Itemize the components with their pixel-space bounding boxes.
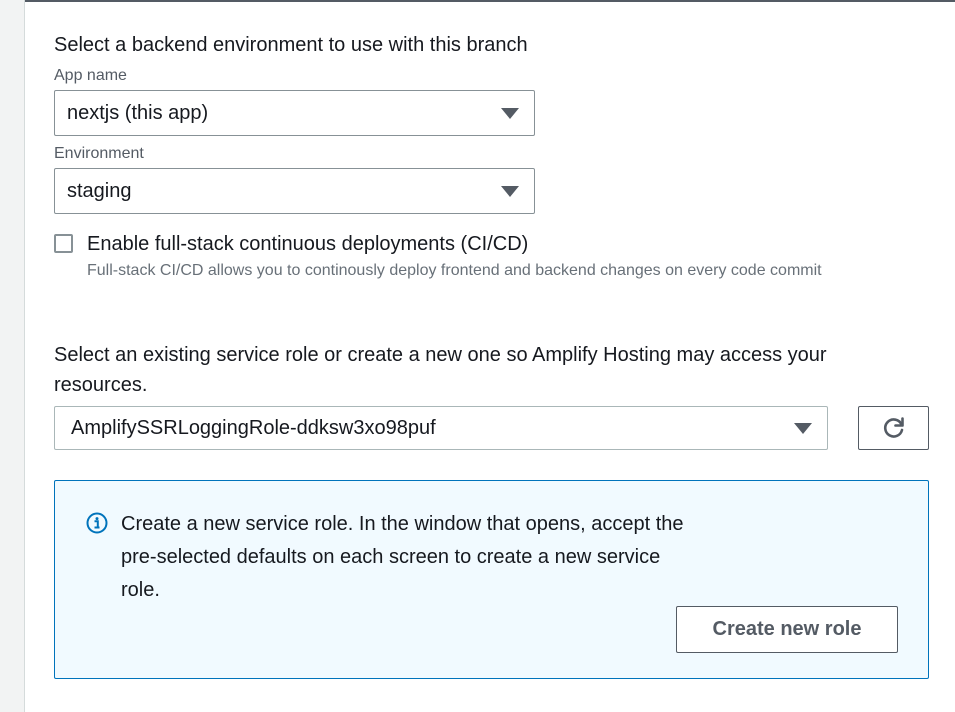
caret-down-icon xyxy=(501,108,519,119)
caret-down-icon xyxy=(794,423,812,434)
top-divider xyxy=(25,0,955,2)
info-icon xyxy=(86,512,108,534)
cicd-option: Enable full-stack continuous deployments… xyxy=(54,232,887,283)
app-name-select[interactable]: nextjs (this app) xyxy=(54,90,535,136)
caret-down-icon xyxy=(501,186,519,197)
cicd-checkbox-label[interactable]: Enable full-stack continuous deployments… xyxy=(87,232,887,256)
backend-section-heading: Select a backend environment to use with… xyxy=(54,34,528,56)
cicd-checkbox[interactable] xyxy=(54,234,73,253)
info-alert-text: Create a new service role. In the window… xyxy=(121,513,684,601)
cicd-description: Full-stack CI/CD allows you to continous… xyxy=(87,262,822,279)
environment-label: Environment xyxy=(54,145,144,162)
left-rail xyxy=(0,0,25,712)
service-role-value: AmplifySSRLoggingRole-ddksw3xo98puf xyxy=(71,416,436,439)
environment-select[interactable]: staging xyxy=(54,168,535,214)
refresh-icon xyxy=(883,417,904,438)
service-role-prompt: Select an existing service role or creat… xyxy=(54,344,827,396)
service-role-info-alert: Create a new service role. In the window… xyxy=(54,480,929,679)
environment-value: staging xyxy=(67,179,132,202)
app-name-label: App name xyxy=(54,67,127,84)
refresh-roles-button[interactable] xyxy=(858,406,929,450)
service-role-select[interactable]: AmplifySSRLoggingRole-ddksw3xo98puf xyxy=(54,406,828,450)
app-name-value: nextjs (this app) xyxy=(67,101,209,124)
create-new-role-button[interactable]: Create new role xyxy=(676,606,898,653)
